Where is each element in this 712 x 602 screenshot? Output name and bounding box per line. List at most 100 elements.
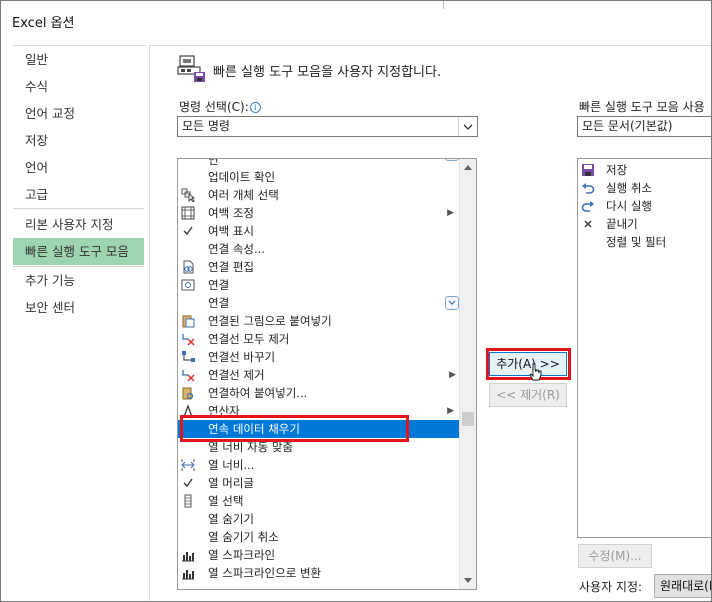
sidebar-item-qat[interactable]: 빠른 실행 도구 모음 bbox=[13, 238, 144, 265]
list-item[interactable]: 연결선 제거 ▶ bbox=[178, 366, 460, 384]
sidebar-item-save[interactable]: 저장 bbox=[13, 127, 144, 154]
list-item[interactable]: 열 스파크라인 bbox=[178, 546, 460, 564]
list-item-label: 저장 bbox=[606, 163, 628, 177]
sidebar-nav: 일반 수식 언어 교정 저장 언어 고급 리본 사용자 지정 빠른 실행 도구 … bbox=[13, 45, 146, 601]
list-item[interactable]: 연결된 그림으로 붙여넣기 bbox=[178, 312, 460, 330]
options-dialog: Excel 옵션 일반 수식 언어 교정 저장 언어 고급 리본 사용자 지정 … bbox=[0, 0, 712, 602]
list-item-label: 연결선 모두 제거 bbox=[208, 332, 290, 346]
list-item-label: 실행 취소 bbox=[606, 181, 652, 195]
undo-icon bbox=[582, 183, 595, 194]
list-item[interactable]: 열 숨기기 취소 bbox=[178, 528, 460, 546]
list-item[interactable]: 끝내기 bbox=[578, 215, 711, 233]
list-item-label: 여러 개체 선택 bbox=[208, 188, 279, 202]
list-item-label: 열 숨기기 bbox=[208, 512, 254, 526]
commands-scrollbar[interactable] bbox=[459, 159, 476, 589]
list-item-label: 열 머리글 bbox=[208, 476, 254, 490]
list-item-label: 열 너비... bbox=[208, 458, 255, 472]
scroll-thumb[interactable] bbox=[462, 412, 474, 426]
save-icon bbox=[582, 164, 594, 176]
commands-dropdown[interactable]: 모든 명령 bbox=[177, 116, 478, 137]
remove-connector-icon bbox=[182, 370, 195, 382]
select-objects-icon bbox=[181, 188, 195, 202]
sidebar-item-formulas[interactable]: 수식 bbox=[13, 73, 144, 100]
list-item-label: 연결 bbox=[208, 296, 230, 310]
sidebar-item-trust-center[interactable]: 보안 센터 bbox=[13, 294, 144, 321]
list-item[interactable]: 연결선 모두 제거 bbox=[178, 330, 460, 348]
list-item-label: 연결 속성... bbox=[208, 242, 265, 256]
sidebar-item-ribbon[interactable]: 리본 사용자 지정 bbox=[13, 211, 144, 238]
modify-button[interactable]: 수정(M)... bbox=[578, 544, 652, 568]
sidebar-divider bbox=[13, 208, 144, 209]
list-item[interactable]: 정렬 및 필터 bbox=[578, 233, 711, 251]
qat-dropdown-value: 모든 문서(기본값) bbox=[582, 119, 673, 133]
list-item-label: 업데이트 확인 bbox=[208, 170, 276, 184]
list-item-label: 연결 편집 bbox=[208, 260, 254, 274]
list-item[interactable]: 실행 취소 bbox=[578, 179, 711, 197]
list-item[interactable]: 다시 실행 bbox=[578, 197, 711, 215]
scroll-down-icon[interactable] bbox=[460, 572, 476, 589]
qat-list[interactable]: 저장 실행 취소 다시 실행 끝내기 정렬 및 필터 bbox=[577, 158, 711, 538]
title-bar-edge bbox=[443, 1, 711, 9]
list-item-label: 열 스파크라인으로 변환 bbox=[208, 566, 322, 580]
connection-icon bbox=[181, 279, 195, 291]
list-item-label: 연결선 제거 bbox=[208, 368, 265, 382]
list-item[interactable]: 여러 개체 선택 bbox=[178, 186, 460, 204]
list-item[interactable]: 여백 표시 bbox=[178, 222, 460, 240]
sidebar-item-advanced[interactable]: 고급 bbox=[13, 181, 144, 208]
sparkline-icon bbox=[182, 552, 194, 562]
check-icon bbox=[183, 226, 193, 236]
qat-label: 빠른 실행 도구 모음 사용 bbox=[579, 100, 705, 114]
customize-label: 사용자 지정: bbox=[579, 580, 643, 594]
scroll-up-icon[interactable] bbox=[460, 159, 476, 176]
list-item-label: 연결 bbox=[208, 278, 230, 292]
sidebar-item-general[interactable]: 일반 bbox=[13, 46, 144, 73]
qat-dropdown[interactable]: 모든 문서(기본값) bbox=[577, 116, 711, 137]
window-title: Excel 옵션 bbox=[12, 16, 75, 31]
commands-list[interactable]: 연 업데이트 확인 여러 개체 선택 여백 조정 ▶ 여백 표시 연결 속성..… bbox=[177, 158, 477, 590]
dropdown-icon[interactable] bbox=[445, 296, 459, 310]
title-bar: Excel 옵션 bbox=[1, 1, 711, 39]
list-item[interactable]: 연결하여 붙여넣기... bbox=[178, 384, 460, 402]
list-item-label: 정렬 및 필터 bbox=[606, 235, 667, 249]
qat-customize-icon bbox=[177, 55, 205, 82]
list-item[interactable]: 연결 속성... bbox=[178, 240, 460, 258]
chevron-down-icon[interactable] bbox=[458, 117, 477, 136]
reset-button[interactable]: 원래대로(E bbox=[654, 574, 711, 598]
edit-links-icon bbox=[183, 260, 194, 274]
list-item[interactable]: 업데이트 확인 bbox=[178, 168, 460, 186]
list-item[interactable]: 연결선 바꾸기 bbox=[178, 348, 460, 366]
sidebar-item-addins[interactable]: 추가 기능 bbox=[13, 267, 144, 294]
check-icon bbox=[183, 478, 193, 488]
list-item[interactable]: 열 선택 bbox=[178, 492, 460, 510]
list-item[interactable]: 열 너비... bbox=[178, 456, 460, 474]
mouse-cursor-icon bbox=[529, 363, 542, 381]
redo-icon bbox=[581, 201, 594, 212]
remove-button[interactable]: << 제거(R) bbox=[489, 383, 567, 407]
list-item[interactable]: 저장 bbox=[578, 161, 711, 179]
chevron-right-icon: ▶ bbox=[447, 406, 454, 416]
list-item-label: 연결하여 붙여넣기... bbox=[208, 386, 308, 400]
page-title: 빠른 실행 도구 모음을 사용자 지정합니다. bbox=[213, 65, 442, 80]
list-item-label: 열 선택 bbox=[208, 494, 244, 508]
close-icon bbox=[584, 220, 592, 228]
list-item[interactable]: 열 숨기기 bbox=[178, 510, 460, 528]
list-item[interactable]: 열 머리글 bbox=[178, 474, 460, 492]
list-item-label: 열 숨기기 취소 bbox=[208, 530, 279, 544]
paste-link-icon bbox=[182, 387, 194, 400]
list-item[interactable]: 열 스파크라인으로 변환 bbox=[178, 564, 460, 582]
list-item[interactable]: 연결 bbox=[178, 294, 460, 312]
commands-dropdown-value: 모든 명령 bbox=[182, 119, 230, 133]
sidebar-item-proofing[interactable]: 언어 교정 bbox=[13, 100, 144, 127]
list-item-label: 끝내기 bbox=[606, 217, 638, 231]
dropdown-icon[interactable] bbox=[445, 159, 459, 161]
list-item-label: 다시 실행 bbox=[606, 199, 652, 213]
info-icon: i bbox=[249, 102, 261, 113]
list-item[interactable]: 연결 편집 bbox=[178, 258, 460, 276]
swap-connector-icon bbox=[182, 351, 195, 362]
paste-picture-icon bbox=[182, 315, 195, 328]
commands-label: 명령 선택(C): i bbox=[179, 98, 261, 115]
list-item[interactable]: 여백 조정 ▶ bbox=[178, 204, 460, 222]
sidebar-item-language[interactable]: 언어 bbox=[13, 154, 144, 181]
chevron-right-icon: ▶ bbox=[449, 370, 456, 380]
list-item[interactable]: 연결 bbox=[178, 276, 460, 294]
